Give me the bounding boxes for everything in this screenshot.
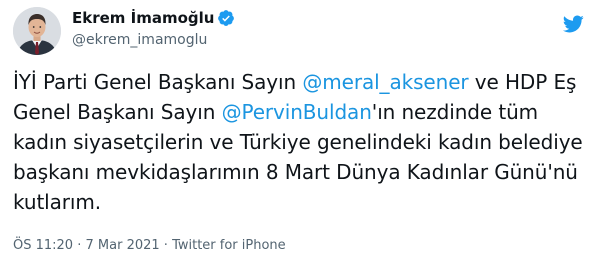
tweet-date[interactable]: 7 Mar 2021 (86, 238, 160, 253)
verified-badge-icon (217, 9, 235, 27)
author-block[interactable]: Ekrem İmamoğlu @ekrem_imamoglu (72, 8, 235, 52)
user-handle[interactable]: @ekrem_imamoglu (72, 30, 235, 50)
mention-link-pervin-buldan[interactable]: @PervinBuldan (222, 100, 372, 124)
tweet-text: İYİ Parti Genel Başkanı Sayın @meral_aks… (13, 67, 583, 217)
mention-link-meral-aksener[interactable]: @meral_aksener (302, 70, 468, 94)
meta-separator: · (73, 238, 86, 253)
avatar-image (13, 7, 61, 55)
display-name[interactable]: Ekrem İmamoğlu (72, 8, 214, 28)
avatar[interactable] (13, 7, 61, 55)
tweet-card: Ekrem İmamoğlu @ekrem_imamoglu İYİ Parti… (0, 0, 592, 268)
name-row: Ekrem İmamoğlu (72, 8, 235, 28)
tweet-source[interactable]: Twitter for iPhone (172, 238, 286, 253)
tweet-time[interactable]: ÖS 11:20 (13, 238, 73, 253)
tweet-meta: ÖS 11:20 · 7 Mar 2021 · Twitter for iPho… (13, 237, 286, 255)
tweet-text-segment: İYİ Parti Genel Başkanı Sayın (13, 70, 303, 94)
meta-separator: · (159, 238, 173, 253)
twitter-bird-icon[interactable] (562, 13, 584, 35)
